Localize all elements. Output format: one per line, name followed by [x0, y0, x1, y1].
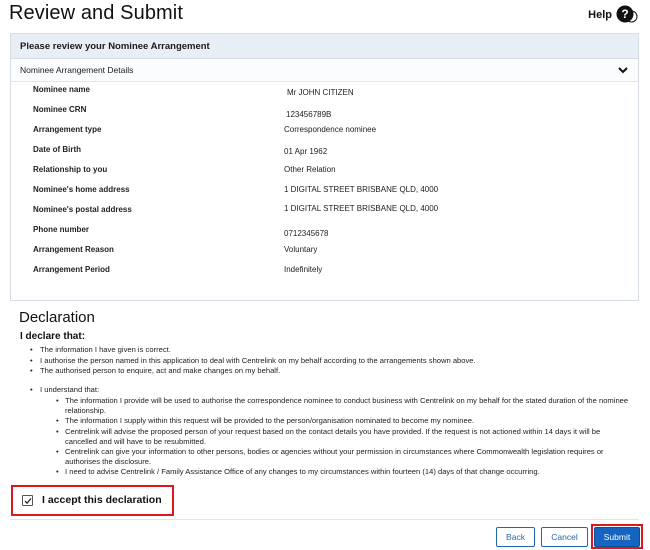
detail-value: 0712345678 [284, 229, 329, 238]
detail-row-arrangement-reason: Arrangement Reason Voluntary [33, 245, 593, 259]
detail-label: Phone number [33, 225, 90, 234]
detail-label: Nominee CRN [33, 105, 87, 114]
accordion-nominee-details[interactable]: Nominee Arrangement Details [11, 59, 638, 82]
detail-value: 01 Apr 1962 [284, 147, 328, 156]
back-button[interactable]: Back [496, 527, 535, 547]
detail-label: Arrangement Period [33, 265, 110, 274]
detail-label: Nominee name [33, 85, 90, 94]
detail-value: Indefinitely [284, 265, 323, 274]
accept-declaration-label[interactable]: I accept this declaration [42, 494, 162, 506]
panel-heading: Please review your Nominee Arrangement [11, 34, 638, 59]
accept-declaration-checkbox[interactable] [22, 495, 33, 506]
declaration-statements: The information I have given is correct.… [30, 345, 476, 377]
list-item: The authorised person to enquire, act an… [30, 366, 476, 377]
declaration-title: Declaration [19, 309, 95, 326]
list-item: I understand that: [30, 385, 99, 396]
list-item: The information I provide will be used t… [56, 396, 634, 416]
help-link[interactable]: Help ? [588, 5, 638, 25]
detail-row-phone-number: Phone number 0712345678 [33, 225, 593, 239]
detail-value: Mr JOHN CITIZEN [287, 88, 354, 97]
list-item: Centrelink can give your information to … [56, 447, 634, 467]
list-item: The information I have given is correct. [30, 345, 476, 356]
accordion-label: Nominee Arrangement Details [20, 65, 134, 75]
detail-value: 1 DIGITAL STREET BRISBANE QLD, 4000 [284, 185, 439, 194]
chevron-down-icon[interactable] [617, 64, 629, 76]
detail-label: Date of Birth [33, 145, 81, 154]
svg-text:?: ? [621, 7, 628, 21]
list-item: I need to advise Centrelink / Family Ass… [56, 467, 634, 477]
detail-row-relationship: Relationship to you Other Relation [33, 165, 593, 179]
detail-label: Relationship to you [33, 165, 108, 174]
understand-items: The information I provide will be used t… [56, 396, 634, 478]
declaration-subtitle: I declare that: [20, 331, 86, 342]
detail-value: 1 DIGITAL STREET BRISBANE QLD, 4000 [284, 204, 439, 213]
cancel-button[interactable]: Cancel [541, 527, 588, 547]
detail-row-nominee-name: Nominee name Mr JOHN CITIZEN [33, 85, 593, 99]
detail-value: 123456789B [286, 110, 332, 119]
detail-row-nominee-crn: Nominee CRN 123456789B [33, 105, 593, 119]
detail-row-arrangement-period: Arrangement Period Indefinitely [33, 265, 593, 279]
submit-button[interactable]: Submit [594, 527, 640, 547]
detail-value: Correspondence nominee [284, 125, 377, 134]
accept-declaration-highlight: I accept this declaration [11, 485, 174, 516]
question-icon[interactable]: ? [616, 5, 638, 25]
page-title: Review and Submit [9, 2, 184, 24]
detail-row-home-address: Nominee's home address 1 DIGITAL STREET … [33, 185, 593, 199]
list-item: The information I supply within this req… [56, 416, 634, 426]
detail-value: Other Relation [284, 165, 336, 174]
detail-row-date-of-birth: Date of Birth 01 Apr 1962 [33, 145, 593, 159]
detail-label: Arrangement type [33, 125, 102, 134]
nominee-panel: Please review your Nominee Arrangement N… [10, 33, 639, 301]
detail-label: Arrangement Reason [33, 245, 114, 254]
detail-label: Nominee's home address [33, 185, 130, 194]
understand-heading-list: I understand that: [30, 385, 99, 396]
list-item: I authorise the person named in this app… [30, 356, 476, 367]
list-item: Centrelink will advise the proposed pers… [56, 427, 634, 447]
help-label: Help [588, 9, 612, 21]
detail-row-arrangement-type: Arrangement type Correspondence nominee [33, 125, 593, 139]
footer-divider [10, 519, 639, 520]
detail-label: Nominee's postal address [33, 205, 132, 214]
detail-row-postal-address: Nominee's postal address 1 DIGITAL STREE… [33, 204, 593, 219]
detail-value: Voluntary [284, 245, 318, 254]
